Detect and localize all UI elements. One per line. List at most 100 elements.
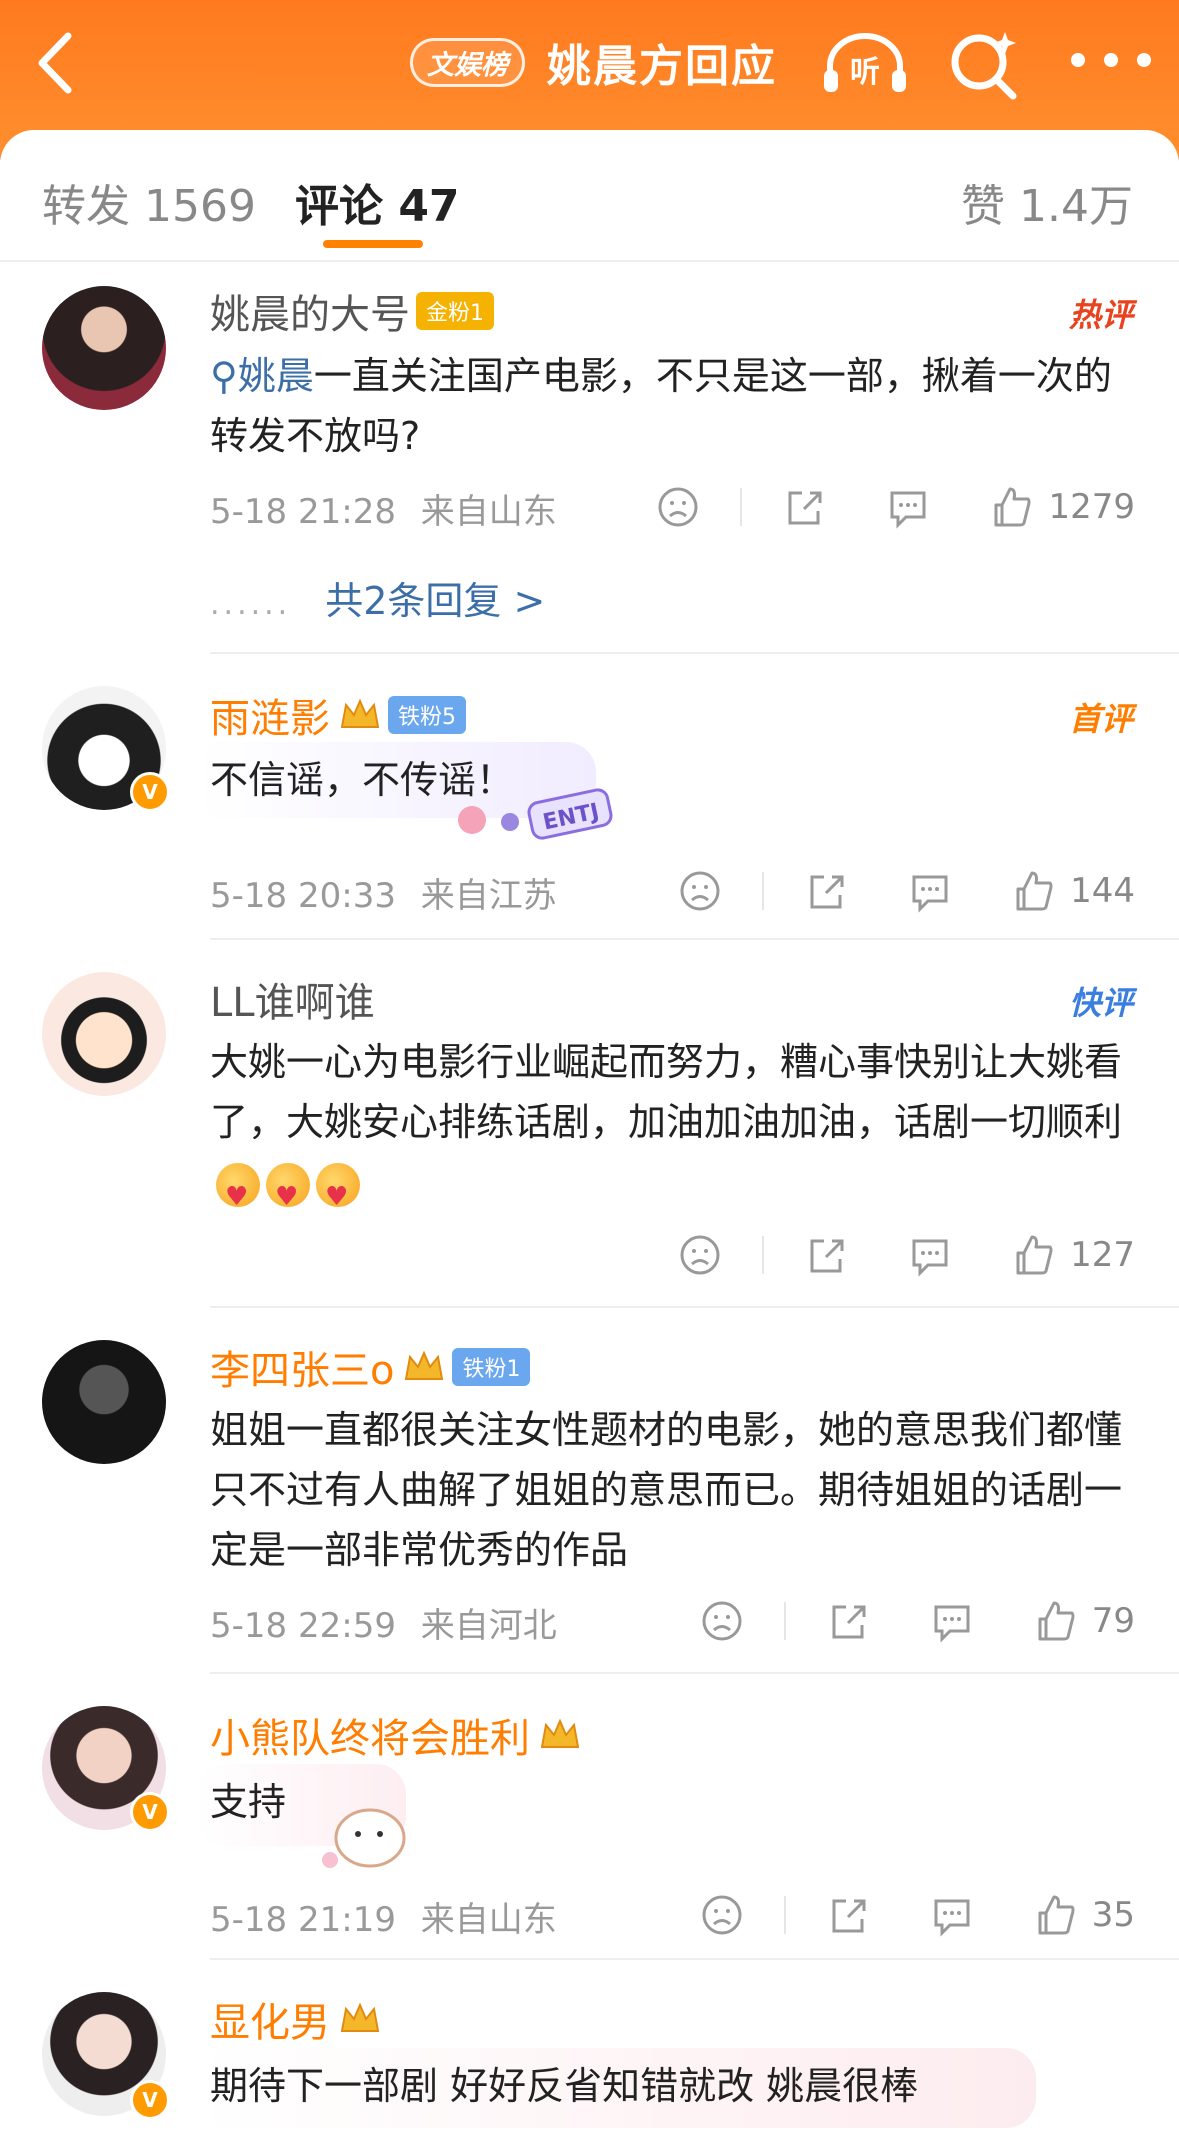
fast-comment-tag: 快评 [1068,984,1133,1022]
heart-face-emoji-icon [316,1162,360,1227]
comment-icon[interactable] [886,485,930,529]
fan-badge: 铁粉1 [452,1348,531,1386]
comment-actions: 144 [678,866,1135,916]
header-title-group: 文娱榜 姚晨方回应 [410,30,777,94]
verified-badge: V [130,2080,170,2120]
comment-item: V 小熊队终将会胜利 支持 5-18 21:19 来自山东 35 [0,1702,1179,1962]
headphones-icon[interactable]: 听 [820,26,910,96]
page-title: 姚晨方回应 [547,41,777,92]
share-icon[interactable] [826,1599,870,1643]
comment-time: 5-18 22:59 [210,1606,396,1646]
comment-item: V 显化男 期待下一部剧 好好反省知错就改 姚晨很棒 [0,1988,1179,2143]
tab-bar: 转发 1569 评论 47 赞 1.4万 [0,130,1179,260]
comment-icon[interactable] [908,869,952,913]
active-tab-indicator [323,240,423,248]
comment-meta: 5-18 22:59 来自河北 [210,1598,557,1647]
comment-text: 期待下一部剧 好好反省知错就改 姚晨很棒 [210,2064,919,2108]
like-icon[interactable] [1012,1233,1056,1277]
dislike-icon[interactable] [700,1893,744,1937]
comment-location: 来自山东 [420,492,557,532]
tab-repost[interactable]: 转发 1569 [42,170,256,234]
name-row: 雨涟影 铁粉5 [210,688,466,742]
tab-comments[interactable]: 评论 47 [295,170,460,234]
cat-sticker-icon [322,1808,406,1868]
comment-item: 姚晨的大号 金粉1 热评 ⚲姚晨一直关注国产电影，不只是这一部，揪着一次的转发不… [0,280,1179,640]
like-count: 127 [1070,1235,1135,1275]
like-icon[interactable] [1012,869,1056,913]
name-row: LL谁啊谁 [210,972,375,1026]
crown-icon [405,1350,444,1380]
comment-location: 来自山东 [420,1900,557,1940]
search-icon[interactable] [945,26,1025,100]
dislike-icon[interactable] [678,869,722,913]
mention-link[interactable]: ⚲姚晨 [210,354,314,398]
share-icon[interactable] [782,485,826,529]
comment-icon[interactable] [908,1233,952,1277]
crown-icon [340,2002,380,2032]
like-count: 79 [1091,1601,1135,1641]
comment-time: 5-18 20:33 [210,876,396,916]
first-comment-tag: 首评 [1068,700,1133,738]
avatar[interactable] [42,1340,166,1464]
username[interactable]: 小熊队终将会胜利 [210,1706,530,1764]
comment-text: 大姚一心为电影行业崛起而努力，糟心事快别让大姚看了，大姚安心排练话剧，加油加油加… [210,1032,1140,1227]
comment-actions: 127 [678,1230,1135,1280]
username[interactable]: 显化男 [210,1990,330,2048]
username[interactable]: 姚晨的大号 [210,282,410,340]
divider [210,652,1179,654]
dislike-icon[interactable] [700,1599,744,1643]
like-icon[interactable] [990,485,1034,529]
topic-badge[interactable]: 文娱榜 [410,37,525,87]
comment-text: 不信谣，不传谣！ [210,758,515,802]
comment-item: V 雨涟影 铁粉5 首评 不信谣，不传谣！ ENTJ 5-18 20:33 来自… [0,680,1179,940]
dislike-icon[interactable] [678,1233,722,1277]
share-icon[interactable] [804,869,848,913]
username[interactable]: 雨涟影 [210,686,330,744]
divider [210,1958,1179,1960]
username[interactable]: 李四张三o [210,1338,394,1396]
comment-item: 李四张三o 铁粉1 姐姐一直都很关注女性题材的电影，她的意思我们都懂只不过有人曲… [0,1336,1179,1646]
like-icon[interactable] [1034,1599,1078,1643]
like-count: 35 [1091,1895,1135,1935]
avatar[interactable] [42,286,166,410]
comment-meta: 5-18 20:33 来自江苏 [210,868,557,917]
comment-icon[interactable] [930,1893,974,1937]
divider [783,1602,786,1640]
view-replies-link[interactable]: ...... 共2条回复 > [210,570,545,625]
comment-time: 5-18 21:28 [210,492,396,532]
name-row: 显化男 [210,1992,382,2046]
hot-comment-tag: 热评 [1068,296,1133,334]
like-icon[interactable] [1034,1893,1078,1937]
fan-badge: 铁粉5 [388,696,466,734]
search-small-icon: ⚲ [210,354,238,398]
avatar[interactable] [42,972,166,1096]
share-icon[interactable] [826,1893,870,1937]
divider [210,938,1179,940]
name-row: 小熊队终将会胜利 [210,1708,582,1762]
comment-location: 来自江苏 [420,876,557,916]
name-row: 姚晨的大号 金粉1 [210,284,494,338]
divider [210,1306,1179,1308]
tab-likes[interactable]: 赞 1.4万 [961,170,1133,234]
comment-text: ⚲姚晨一直关注国产电影，不只是这一部，揪着一次的转发不放吗? [210,354,1112,458]
divider [740,488,743,526]
sticker-icon: ENTJ [458,788,613,840]
verified-badge: V [130,1792,170,1832]
comment-icon[interactable] [930,1599,974,1643]
dislike-icon[interactable] [656,485,700,529]
crown-icon [340,698,380,728]
share-icon[interactable] [804,1233,848,1277]
username[interactable]: LL谁啊谁 [210,970,375,1028]
heart-face-emoji-icon [216,1162,260,1227]
comment-actions: 1279 [656,482,1135,532]
divider [0,260,1179,262]
back-arrow-icon[interactable] [28,28,88,98]
comment-meta: 5-18 21:19 来自山东 [210,1892,557,1941]
more-icon[interactable] [1066,48,1156,72]
like-count: 144 [1070,871,1135,911]
comment-actions: 79 [700,1596,1135,1646]
comment-location: 来自河北 [420,1606,557,1646]
divider [762,1236,765,1274]
like-count: 1279 [1048,487,1135,527]
svg-text:听: 听 [850,55,880,90]
